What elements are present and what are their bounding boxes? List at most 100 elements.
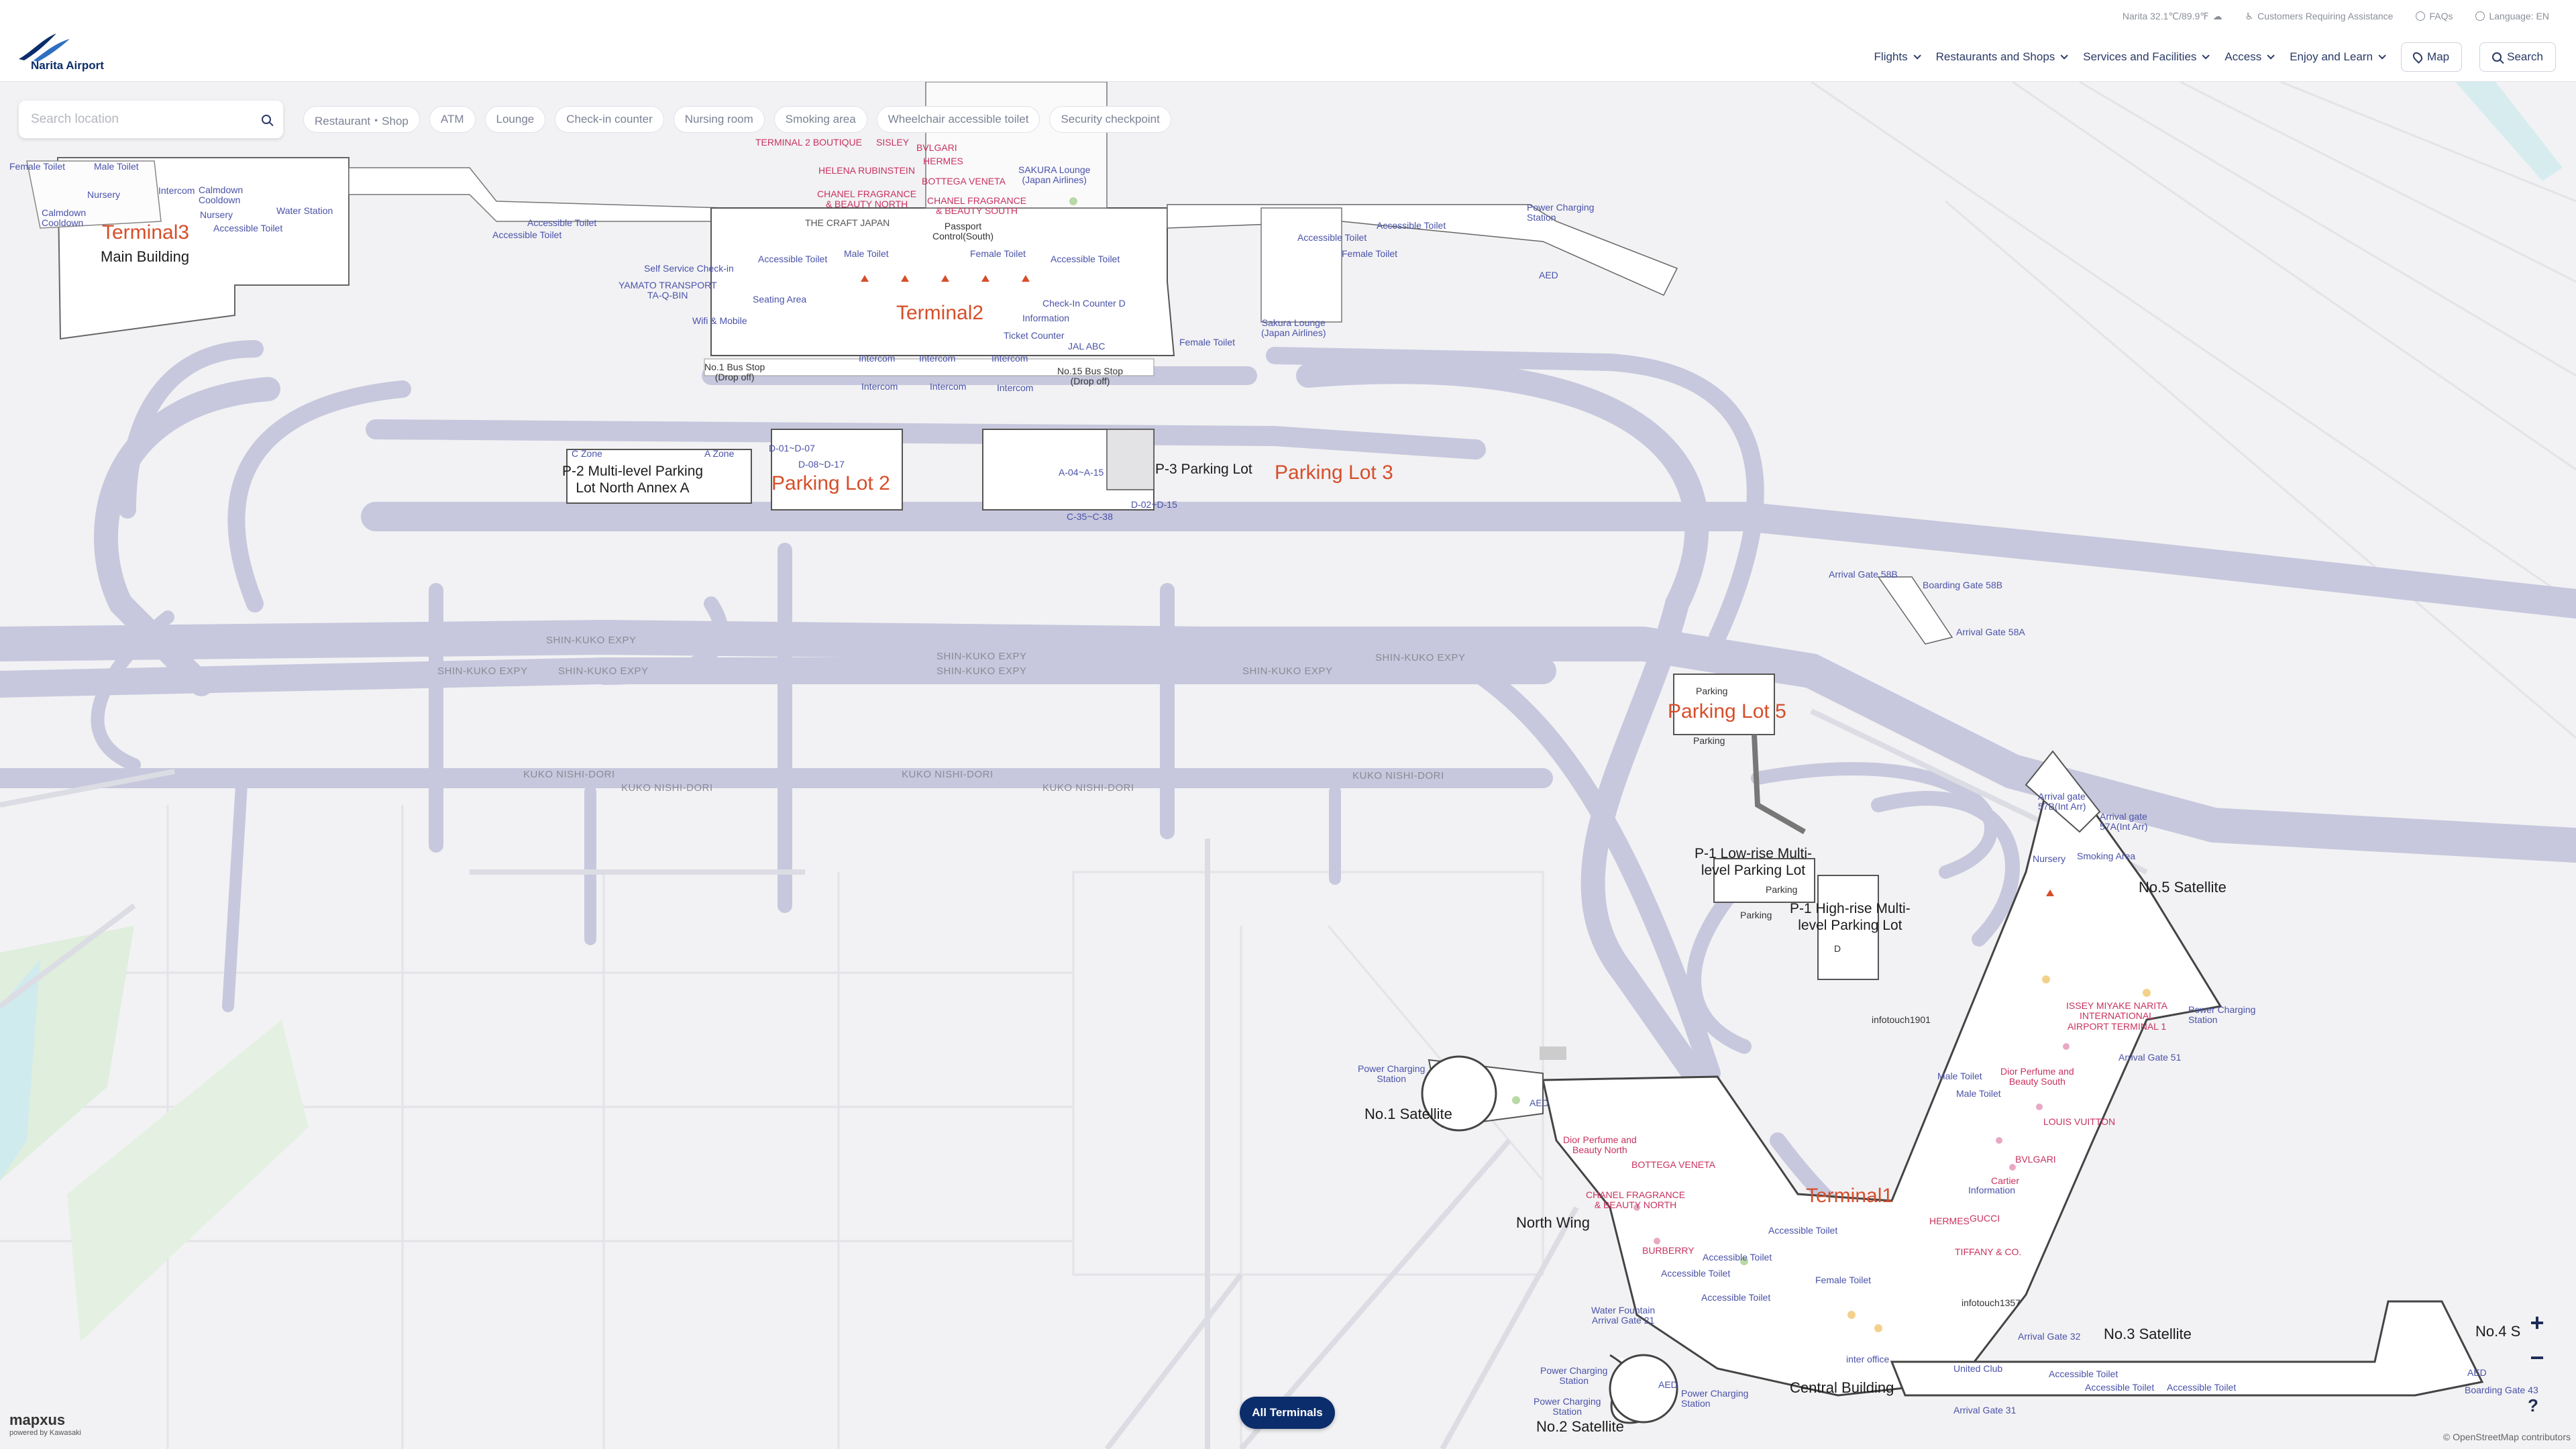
female-toilet-label[interactable]: Female Toilet	[9, 161, 65, 172]
intercom-label[interactable]: Intercom	[991, 353, 1028, 364]
seating-area-label[interactable]: Seating Area	[753, 294, 806, 305]
boarding-gate-43-label[interactable]: Boarding Gate 43	[2465, 1385, 2538, 1395]
bvlgari-label[interactable]: BVLGARI	[916, 142, 957, 153]
intercom-label[interactable]: Intercom	[997, 382, 1033, 393]
map-svg[interactable]	[0, 82, 2576, 1449]
power-charging-label[interactable]: Power Charging Station	[1534, 1396, 1601, 1417]
checkin-counter-label[interactable]: Check-In Counter D	[1042, 298, 1126, 309]
helena-label[interactable]: HELENA RUBINSTEIN	[818, 165, 915, 176]
intercom-label[interactable]: Intercom	[861, 381, 898, 392]
nav-flights[interactable]: Flights	[1874, 50, 1921, 64]
accessible-toilet-label[interactable]: Accessible Toilet	[1377, 220, 1446, 231]
bus-stop-1-label[interactable]: No.1 Bus Stop (Drop off)	[704, 362, 765, 383]
male-toilet-label[interactable]: Male Toilet	[94, 161, 139, 172]
p1-high-rise-label[interactable]: P-1 High-rise Multi- level Parking Lot	[1790, 900, 1911, 934]
sisley-label[interactable]: SISLEY	[876, 137, 909, 148]
p3-parking-label[interactable]: P-3 Parking Lot	[1155, 462, 1252, 478]
power-charging-label[interactable]: Power Charging Station	[1540, 1365, 1607, 1387]
d-label[interactable]: D	[1834, 943, 1841, 954]
united-club-label[interactable]: United Club	[1953, 1363, 2002, 1374]
calmdown-label[interactable]: Calmdown Cooldown	[42, 207, 86, 229]
a-zone-label[interactable]: A Zone	[704, 448, 734, 459]
parking-label[interactable]: Parking	[1696, 686, 1727, 696]
sakura-lounge-2-label[interactable]: Sakura Lounge (Japan Airlines)	[1261, 317, 1326, 339]
no4-satellite-label[interactable]: No.4 S	[2475, 1323, 2520, 1340]
bottega-label[interactable]: BOTTEGA VENETA	[922, 176, 1006, 186]
arrival-gate-51-label[interactable]: Arrival Gate 51	[2118, 1052, 2181, 1063]
passport-control-label[interactable]: Passport Control(South)	[932, 221, 994, 242]
terminal1-label[interactable]: Terminal1	[1806, 1185, 1893, 1208]
accessible-toilet-label[interactable]: Accessible Toilet	[492, 229, 561, 240]
chanel-north-label[interactable]: CHANEL FRAGRANCE & BEAUTY NORTH	[1586, 1189, 1685, 1211]
d-range-label[interactable]: D-01~D-07	[769, 443, 815, 453]
nav-access[interactable]: Access	[2224, 50, 2275, 64]
female-toilet-label[interactable]: Female Toilet	[1815, 1275, 1871, 1285]
bvlgari-label[interactable]: BVLGARI	[2015, 1154, 2056, 1165]
tiffany-label[interactable]: TIFFANY & CO.	[1955, 1246, 2021, 1257]
bottega-label[interactable]: BOTTEGA VENETA	[1631, 1159, 1715, 1170]
zoom-out-button[interactable]: −	[2524, 1344, 2551, 1371]
faqs-link[interactable]: FAQs	[2416, 11, 2453, 21]
nursery-label[interactable]: Nursery	[200, 209, 233, 220]
jal-abc-label[interactable]: JAL ABC	[1068, 341, 1106, 352]
c-zone-label[interactable]: C Zone	[572, 448, 602, 459]
bus-stop-15-label[interactable]: No.15 Bus Stop (Drop off)	[1057, 366, 1123, 387]
aed-label[interactable]: AED	[1658, 1379, 1678, 1390]
wifi-label[interactable]: Wifi & Mobile	[692, 315, 747, 326]
t2-boutique-label[interactable]: TERMINAL 2 BOUTIQUE	[755, 137, 862, 148]
arrival-gate-32-label[interactable]: Arrival Gate 32	[2018, 1331, 2080, 1342]
calmdown-label[interactable]: Calmdown Cooldown	[199, 184, 243, 206]
accessible-toilet-label[interactable]: Accessible Toilet	[1297, 232, 1366, 243]
north-wing-label[interactable]: North Wing	[1516, 1214, 1590, 1232]
ticket-counter-label[interactable]: Ticket Counter	[1004, 330, 1065, 341]
issey-miyake-label[interactable]: ISSEY MIYAKE NARITA INTERNATIONAL AIRPOR…	[2066, 1000, 2167, 1032]
intercom-label[interactable]: Intercom	[919, 353, 955, 364]
water-fountain-label[interactable]: Water Fountain Arrival Gate 21	[1591, 1305, 1655, 1326]
accessible-toilet-label[interactable]: Accessible Toilet	[213, 223, 282, 233]
female-toilet-label[interactable]: Female Toilet	[970, 248, 1026, 259]
filter-lounge[interactable]: Lounge	[484, 106, 546, 133]
louis-vuitton-label[interactable]: LOUIS VUITTON	[2043, 1116, 2115, 1127]
chanel-south-label[interactable]: CHANEL FRAGRANCE & BEAUTY SOUTH	[927, 195, 1026, 217]
chanel-north-label[interactable]: CHANEL FRAGRANCE & BEAUTY NORTH	[817, 189, 916, 210]
parking-label[interactable]: Parking	[1740, 910, 1772, 920]
zoom-in-button[interactable]: +	[2524, 1309, 2551, 1336]
accessible-toilet-label[interactable]: Accessible Toilet	[2085, 1382, 2154, 1393]
parking-lot-2-label[interactable]: Parking Lot 2	[771, 472, 890, 495]
infotouch-label[interactable]: infotouch1357	[1962, 1297, 2021, 1308]
arrival-gate-57b-label[interactable]: Arrival gate 57B(Int Arr)	[2038, 791, 2086, 812]
language-selector[interactable]: Language: EN	[2475, 11, 2549, 21]
dior-north-label[interactable]: Dior Perfume and Beauty North	[1563, 1134, 1637, 1156]
accessible-toilet-label[interactable]: Accessible Toilet	[1768, 1225, 1837, 1236]
dior-south-label[interactable]: Dior Perfume and Beauty South	[2000, 1066, 2074, 1087]
accessible-toilet-label[interactable]: Accessible Toilet	[527, 217, 596, 228]
power-charging-label[interactable]: Power Charging Station	[1527, 202, 1594, 223]
hermes-label[interactable]: HERMES	[1929, 1216, 1970, 1226]
all-terminals-button[interactable]: All Terminals	[1240, 1397, 1335, 1429]
help-button[interactable]: ?	[2528, 1395, 2548, 1415]
search-button[interactable]: Search	[2479, 42, 2556, 72]
no5-satellite-label[interactable]: No.5 Satellite	[2139, 879, 2226, 896]
accessible-toilet-label[interactable]: Accessible Toilet	[1701, 1292, 1770, 1303]
mapxus-logo[interactable]: mapxus powered by Kawasaki	[9, 1411, 81, 1437]
terminal2-label[interactable]: Terminal2	[896, 302, 983, 325]
sakura-lounge-label[interactable]: SAKURA Lounge (Japan Airlines)	[1018, 164, 1090, 186]
assistance-link[interactable]: ♿ Customers Requiring Assistance	[2245, 11, 2394, 22]
infotouch-label[interactable]: infotouch1901	[1872, 1014, 1931, 1025]
filter-wheelchair-toilet[interactable]: Wheelchair accessible toilet	[876, 106, 1040, 133]
power-charging-label[interactable]: Power Charging Station	[2188, 1004, 2255, 1026]
nav-services-facilities[interactable]: Services and Facilities	[2083, 50, 2210, 64]
water-station-label[interactable]: Water Station	[276, 205, 333, 216]
inter-office-label[interactable]: inter office	[1846, 1354, 1889, 1364]
female-toilet-label[interactable]: Female Toilet	[1342, 248, 1397, 259]
intercom-label[interactable]: Intercom	[930, 381, 966, 392]
aed-label[interactable]: AED	[1529, 1097, 1549, 1108]
a-range-label[interactable]: A-04~A-15	[1059, 467, 1104, 478]
search-icon[interactable]	[262, 115, 271, 124]
smoking-area-label[interactable]: Smoking Area	[2077, 851, 2135, 861]
no3-satellite-label[interactable]: No.3 Satellite	[2104, 1326, 2192, 1343]
no2-satellite-label[interactable]: No.2 Satellite	[1536, 1418, 1624, 1436]
filter-checkin-counter[interactable]: Check-in counter	[555, 106, 664, 133]
self-service-checkin-label[interactable]: Self Service Check-in	[644, 263, 734, 274]
boarding-gate-58b-label[interactable]: Boarding Gate 58B	[1923, 580, 2002, 590]
